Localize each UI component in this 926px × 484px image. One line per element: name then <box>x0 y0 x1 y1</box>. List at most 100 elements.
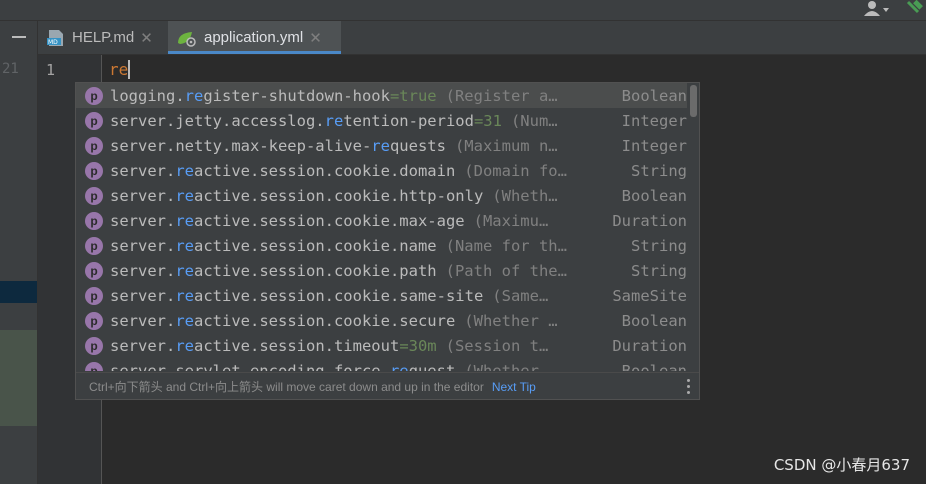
property-description: (Maximum n… <box>454 136 558 155</box>
property-icon: p <box>85 161 103 180</box>
property-type: Boolean <box>621 86 687 105</box>
footer-tip-text: Ctrl+向下箭头 and Ctrl+向上箭头 will move caret … <box>89 380 484 394</box>
top-toolbar <box>0 0 926 21</box>
property-name: server.reactive.session.cookie.secure <box>110 312 455 330</box>
completion-item[interactable]: p server.reactive.session.cookie.http-onl… <box>76 183 689 208</box>
property-name: server.jetty.accesslog.retention-period=… <box>110 112 502 130</box>
property-icon: p <box>85 111 103 130</box>
property-description: (Whether … <box>464 311 558 330</box>
highlighted-tree-block <box>0 330 37 426</box>
match-highlight: re <box>175 336 194 355</box>
svg-text:MD: MD <box>48 39 58 46</box>
property-icon: p <box>85 261 103 280</box>
completion-footer: Ctrl+向下箭头 and Ctrl+向上箭头 will move caret … <box>76 372 699 399</box>
property-icon: p <box>85 311 103 330</box>
selected-tree-row[interactable] <box>0 281 37 303</box>
property-suffix: tention-period <box>343 111 474 130</box>
property-prefix: server. <box>110 161 176 180</box>
more-options-icon[interactable] <box>687 379 691 395</box>
completion-scrollbar[interactable] <box>687 83 699 371</box>
scrollbar-thumb[interactable] <box>690 85 697 117</box>
property-prefix: server. <box>110 311 176 330</box>
property-name: server.reactive.session.cookie.http-only <box>110 187 483 205</box>
property-prefix: server.servlet.encoding.force- <box>110 361 390 372</box>
close-tab-icon[interactable]: ✕ <box>309 29 322 47</box>
property-type: String <box>631 161 687 180</box>
property-description: (Whether… <box>464 361 549 372</box>
property-suffix: gister-shutdown-hook <box>203 86 390 105</box>
match-highlight: re <box>175 186 194 205</box>
match-highlight: re <box>175 236 194 255</box>
next-tip-link[interactable]: Next Tip <box>492 380 536 394</box>
code-line[interactable]: re <box>109 60 131 79</box>
completion-item[interactable]: p server.reactive.session.cookie.path (Pat… <box>76 258 689 283</box>
tab-application-yml[interactable]: application.yml ✕ <box>168 21 341 54</box>
completion-item[interactable]: p server.reactive.session.cookie.name (Nam… <box>76 233 689 258</box>
property-prefix: server.netty.max-keep-alive- <box>110 136 372 155</box>
property-type: String <box>631 261 687 280</box>
property-type: Duration <box>612 336 687 355</box>
property-suffix: quests <box>389 136 446 155</box>
completion-item[interactable]: p server.reactive.session.cookie.max-age (… <box>76 208 689 233</box>
property-description: (Wheth… <box>492 186 558 205</box>
default-value: =31 <box>473 111 502 130</box>
property-name: server.reactive.session.timeout=30m <box>110 337 437 355</box>
property-type: String <box>631 236 687 255</box>
property-icon: p <box>85 236 103 255</box>
property-prefix: logging. <box>110 86 185 105</box>
default-value: =30m <box>399 336 437 355</box>
property-description: (Domain fo… <box>464 161 567 180</box>
property-description: (Same… <box>492 286 549 305</box>
property-prefix: server.jetty.accesslog. <box>110 111 325 130</box>
property-icon: p <box>85 361 103 371</box>
property-name: server.reactive.session.cookie.max-age <box>110 212 465 230</box>
line-number: 1 <box>46 61 56 79</box>
user-account-icon[interactable] <box>862 0 890 18</box>
property-icon: p <box>85 211 103 230</box>
editor-tab-bar: MD HELP.md ✕ application.yml ✕ <box>38 21 926 55</box>
property-description: (Path of the… <box>445 261 567 280</box>
completion-item[interactable]: p server.netty.max-keep-alive-requests (Ma… <box>76 133 689 158</box>
property-prefix: server. <box>110 261 176 280</box>
property-prefix: server. <box>110 211 176 230</box>
completion-list: p logging.register-shutdown-hook=true (Reg… <box>76 83 689 371</box>
tab-help-md[interactable]: MD HELP.md ✕ <box>46 21 166 54</box>
property-name: server.netty.max-keep-alive-requests <box>110 137 446 155</box>
property-name: server.reactive.session.cookie.same-site <box>110 287 483 305</box>
match-highlight: re <box>175 211 194 230</box>
property-type: Duration <box>612 211 687 230</box>
property-description: (Session t… <box>445 336 549 355</box>
property-type: Boolean <box>621 186 687 205</box>
property-prefix: server. <box>110 236 176 255</box>
property-suffix: active.session.cookie.secure <box>194 311 456 330</box>
property-suffix: active.session.timeout <box>194 336 400 355</box>
property-suffix: active.session.cookie.max-age <box>194 211 465 230</box>
match-highlight: re <box>371 136 390 155</box>
property-type: Boolean <box>621 311 687 330</box>
tab-label: application.yml <box>204 29 304 46</box>
completion-item[interactable]: p server.reactive.session.cookie.secure (W… <box>76 308 689 333</box>
completion-item[interactable]: p server.reactive.session.cookie.same-sit… <box>76 283 689 308</box>
match-highlight: re <box>175 286 194 305</box>
close-tab-icon[interactable]: ✕ <box>140 29 153 47</box>
markdown-file-icon: MD <box>47 29 63 46</box>
property-icon: p <box>85 186 103 205</box>
property-prefix: server. <box>110 186 176 205</box>
property-suffix: active.session.cookie.same-site <box>194 286 484 305</box>
property-icon: p <box>85 336 103 355</box>
watermark: CSDN @小春月637 <box>773 456 910 474</box>
completion-item[interactable]: p server.jetty.accesslog.retention-period… <box>76 108 689 133</box>
property-icon: p <box>85 86 103 105</box>
completion-item[interactable]: p logging.register-shutdown-hook=true (Reg… <box>76 83 689 108</box>
hide-panel-icon[interactable] <box>12 36 26 38</box>
property-type: SameSite <box>612 286 687 305</box>
property-icon: p <box>85 136 103 155</box>
property-name: server.servlet.encoding.force-request <box>110 362 455 372</box>
completion-item[interactable]: p server.reactive.session.cookie.domain (D… <box>76 158 689 183</box>
build-hammer-icon[interactable] <box>902 0 926 18</box>
property-name: logging.register-shutdown-hook=true <box>110 87 437 105</box>
completion-item[interactable]: p server.servlet.encoding.force-request (W… <box>76 358 689 371</box>
property-type: Integer <box>621 136 687 155</box>
property-description: (Register a… <box>445 86 558 105</box>
completion-item[interactable]: p server.reactive.session.timeout=30m (Ses… <box>76 333 689 358</box>
